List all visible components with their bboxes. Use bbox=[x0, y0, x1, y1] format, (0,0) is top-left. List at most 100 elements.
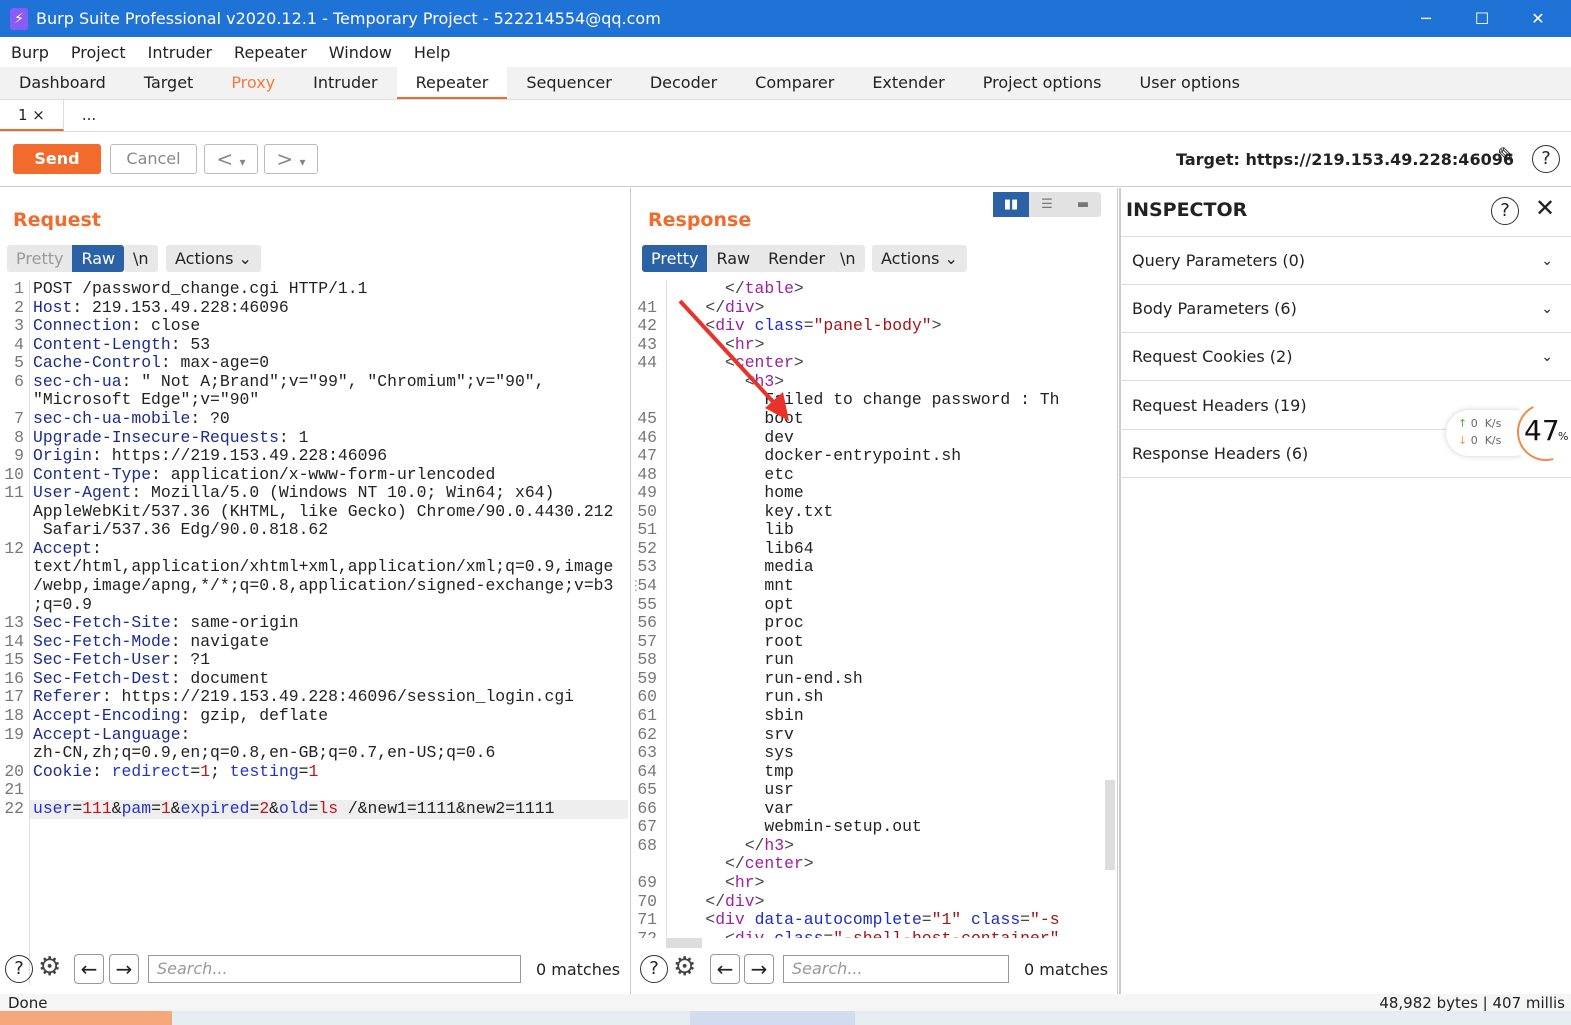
tab-intruder[interactable]: Intruder bbox=[294, 67, 396, 99]
code-line: 64 tmp bbox=[633, 762, 1105, 782]
tab-proxy[interactable]: Proxy bbox=[212, 67, 294, 99]
tab-project-options[interactable]: Project options bbox=[964, 67, 1121, 99]
tab-sequencer[interactable]: Sequencer bbox=[507, 67, 631, 99]
split-vertical-icon[interactable]: ☰ bbox=[1029, 192, 1065, 217]
toolbar: Send Cancel < ▾ > ▾ Target: https://219.… bbox=[0, 132, 1571, 187]
request-help-icon[interactable]: ? bbox=[5, 955, 33, 983]
tabs-layout-icon[interactable]: ▬ bbox=[1065, 192, 1101, 217]
line-number: 59 bbox=[637, 668, 657, 688]
request-pretty-button[interactable]: Pretty bbox=[7, 245, 72, 272]
forward-button[interactable]: > ▾ bbox=[264, 144, 318, 174]
tab-extender[interactable]: Extender bbox=[853, 67, 963, 99]
line-number: 19 bbox=[4, 724, 24, 744]
taskbar-item[interactable] bbox=[0, 1011, 172, 1025]
inspector-close-icon[interactable]: ✕ bbox=[1535, 194, 1555, 222]
menu-help[interactable]: Help bbox=[403, 43, 461, 62]
response-raw-button[interactable]: Raw bbox=[707, 245, 759, 272]
back-dropdown-icon[interactable]: ▾ bbox=[240, 155, 246, 169]
menu-repeater[interactable]: Repeater bbox=[223, 43, 318, 62]
taskbar-item[interactable] bbox=[690, 1011, 855, 1025]
request-search-next-button[interactable]: → bbox=[109, 954, 139, 984]
tab-user-options[interactable]: User options bbox=[1121, 67, 1259, 99]
tab-target[interactable]: Target bbox=[125, 67, 213, 99]
code-token: "panel-body" bbox=[813, 316, 932, 336]
menu-project[interactable]: Project bbox=[60, 43, 137, 62]
send-button[interactable]: Send bbox=[13, 144, 101, 174]
code-line: 58 run bbox=[633, 650, 1105, 670]
code-token: 1 bbox=[200, 761, 211, 781]
split-horizontal-icon[interactable]: ▮▮ bbox=[993, 192, 1029, 217]
code-token: hr bbox=[734, 873, 755, 892]
code-token: var bbox=[666, 798, 794, 818]
inspector-help-icon[interactable]: ? bbox=[1491, 197, 1519, 225]
response-horizontal-scrollbar[interactable] bbox=[666, 938, 702, 948]
request-actions-button[interactable]: Actions ⌄ bbox=[166, 245, 261, 272]
response-settings-gear-icon[interactable]: ⚙ bbox=[673, 952, 696, 982]
response-actions-button[interactable]: Actions ⌄ bbox=[872, 245, 967, 272]
line-number: 53 bbox=[637, 557, 657, 577]
code-token: redirect bbox=[111, 761, 191, 781]
cancel-button[interactable]: Cancel bbox=[110, 144, 197, 174]
code-token: < bbox=[725, 873, 735, 892]
forward-dropdown-icon[interactable]: ▾ bbox=[300, 155, 306, 169]
code-line: 3 Connection: close bbox=[0, 316, 628, 336]
forward-icon: > bbox=[276, 147, 294, 171]
request-editor[interactable]: 1 POST /password_change.cgi HTTP/1.1 2 Ho… bbox=[0, 280, 628, 980]
menu-burp[interactable]: Burp bbox=[0, 43, 60, 62]
code-token: > bbox=[931, 316, 942, 336]
tab-repeater[interactable]: Repeater bbox=[396, 67, 508, 99]
edit-target-pencil-icon[interactable]: ✎ bbox=[1497, 144, 1515, 169]
inspector-query-parameters[interactable]: Query Parameters (0) ⌄ bbox=[1119, 237, 1571, 285]
response-help-icon[interactable]: ? bbox=[640, 955, 668, 983]
request-newline-toggle[interactable]: \n bbox=[124, 245, 158, 272]
help-icon[interactable]: ? bbox=[1532, 145, 1560, 173]
taskbar bbox=[0, 1011, 1571, 1025]
code-line: 4 Content-Length: 53 bbox=[0, 335, 628, 355]
request-settings-gear-icon[interactable]: ⚙ bbox=[38, 952, 61, 982]
code-token: 2 bbox=[259, 798, 270, 818]
tab-dashboard[interactable]: Dashboard bbox=[0, 67, 125, 99]
inspector-request-cookies[interactable]: Request Cookies (2) ⌄ bbox=[1119, 333, 1571, 381]
code-token: "1" bbox=[931, 910, 971, 930]
memory-percent: 47 bbox=[1524, 414, 1560, 447]
code-line: 65 usr bbox=[633, 780, 1105, 800]
response-vertical-scrollbar[interactable] bbox=[1105, 780, 1115, 870]
line-number: 1 bbox=[14, 280, 24, 298]
code-line: 47 docker-entrypoint.sh bbox=[633, 446, 1105, 466]
close-button[interactable]: ✕ bbox=[1510, 0, 1566, 37]
response-render-button[interactable]: Render bbox=[759, 245, 834, 272]
repeater-tab-1[interactable]: 1 × bbox=[0, 100, 64, 131]
code-token: center bbox=[744, 854, 804, 874]
response-pretty-button[interactable]: Pretty bbox=[642, 245, 708, 272]
menu-window[interactable]: Window bbox=[318, 43, 403, 62]
code-line: 14 Sec-Fetch-Mode: navigate bbox=[0, 632, 628, 652]
response-search-prev-button[interactable]: ← bbox=[710, 954, 740, 984]
code-line: 8 Upgrade-Insecure-Requests: 1 bbox=[0, 428, 628, 448]
inspector-body-parameters[interactable]: Body Parameters (6) ⌄ bbox=[1119, 285, 1571, 333]
maximize-button[interactable]: ☐ bbox=[1454, 0, 1510, 37]
code-token: = bbox=[190, 761, 201, 781]
back-button[interactable]: < ▾ bbox=[204, 144, 258, 174]
code-token: sbin bbox=[666, 705, 804, 725]
tab-comparer[interactable]: Comparer bbox=[736, 67, 853, 99]
request-raw-button[interactable]: Raw bbox=[72, 245, 125, 272]
request-search-prev-button[interactable]: ← bbox=[74, 954, 104, 984]
code-line: 50 key.txt bbox=[633, 502, 1105, 522]
code-token: POST /password_change.cgi HTTP/1.1 bbox=[33, 280, 368, 298]
response-search-input[interactable]: Search... bbox=[783, 955, 1009, 983]
code-token: Sec-Fetch-Dest bbox=[33, 668, 171, 688]
response-search-next-button[interactable]: → bbox=[744, 954, 774, 984]
tab-decoder[interactable]: Decoder bbox=[631, 67, 736, 99]
code-line: 6 sec-ch-ua: " Not A;Brand";v="99", "Chr… bbox=[0, 372, 628, 392]
repeater-tab-more[interactable]: ... bbox=[64, 100, 114, 131]
request-search-input[interactable]: Search... bbox=[148, 955, 521, 983]
code-token: Host bbox=[33, 297, 73, 317]
line-number: 21 bbox=[4, 780, 24, 800]
code-token: = bbox=[921, 910, 932, 930]
code-line: 10 Content-Type: application/x-www-form-… bbox=[0, 465, 628, 485]
request-pane: Request Pretty Raw \n Actions ⌄ 1 POST /… bbox=[0, 188, 643, 994]
minimize-button[interactable]: ─ bbox=[1398, 0, 1454, 37]
response-newline-toggle[interactable]: \n bbox=[831, 245, 865, 272]
menu-intruder[interactable]: Intruder bbox=[137, 43, 223, 62]
